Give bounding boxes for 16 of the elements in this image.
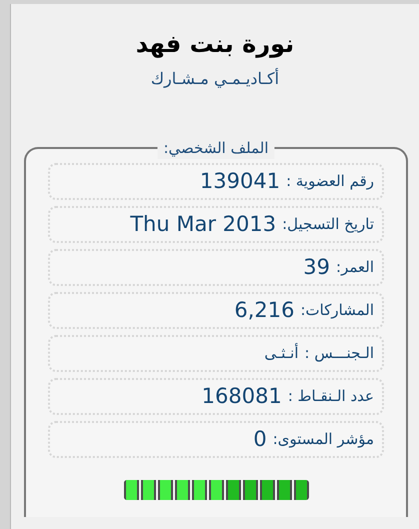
field-value: 139041 [200, 168, 280, 195]
field-label: رقم العضوية : [286, 171, 374, 192]
field-label: المشاركات: [300, 300, 374, 322]
field-label: عدد الـنقـاط : [288, 386, 374, 408]
field-label: مؤشر المستوى: [272, 429, 374, 450]
field-value: 168081 [202, 382, 282, 410]
member-rank: أكـاديـمـي مـشـارك [150, 67, 280, 90]
field-label: تاريخ التسجيل: [282, 214, 374, 236]
member-name: نورة بنت فهد [134, 29, 296, 59]
field-label: العمر: [336, 257, 374, 278]
field-value: 0 [253, 426, 267, 453]
field-value: أنـثـى [264, 342, 299, 364]
field-value: 6,216 [234, 296, 294, 324]
field-value: Thu Mar 2013 [130, 210, 276, 238]
field-value: 39 [303, 254, 330, 281]
field-label: الـجنـــس : [304, 343, 374, 364]
